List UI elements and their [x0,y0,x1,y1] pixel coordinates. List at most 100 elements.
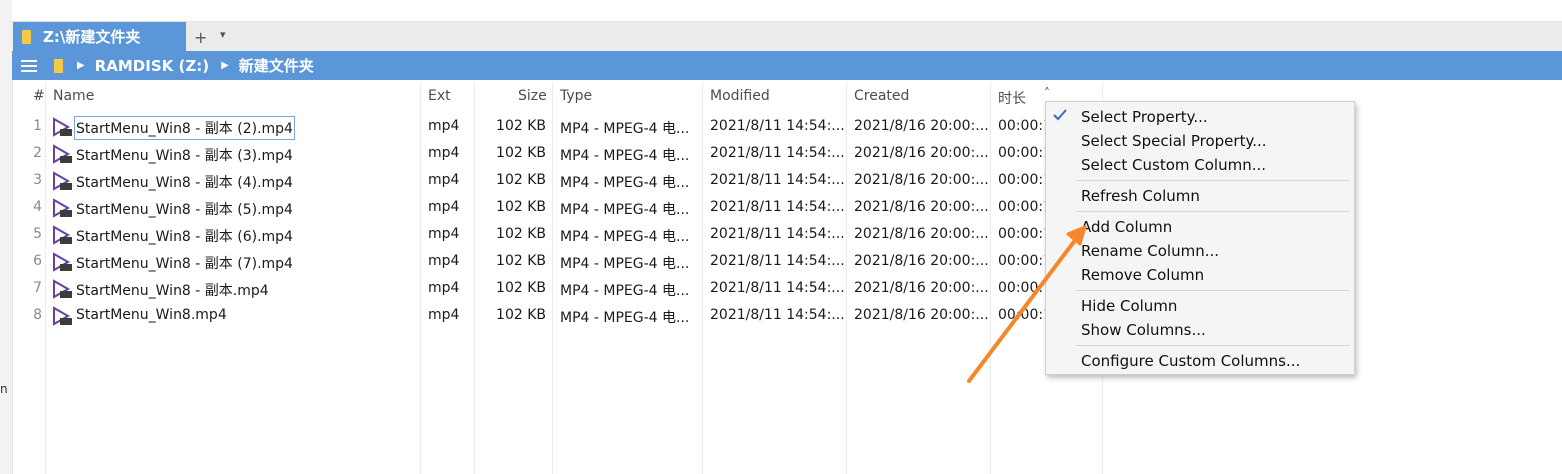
file-duration: 00:00:1 [998,253,1052,269]
table-row[interactable]: 1 StartMenu_Win8 - 副本 (2).mp4 mp4 102 KB… [12,114,1102,141]
file-name[interactable]: StartMenu_Win8 - 副本 (7).mp4 [76,253,293,273]
menu-item-select-custom-column[interactable]: Select Custom Column... [1081,156,1266,174]
column-header-duration[interactable]: 时长 [998,88,1026,108]
breadcrumb-drive[interactable]: RAMDISK (Z:) [95,57,209,75]
menu-item-select-property[interactable]: Select Property... [1081,108,1208,126]
chevron-right-icon[interactable]: ▶ [77,60,85,71]
video-file-icon [53,117,72,137]
menu-item-refresh-column[interactable]: Refresh Column [1081,187,1200,205]
file-size: 102 KB [496,199,546,215]
menu-item-rename-column[interactable]: Rename Column... [1081,242,1219,260]
file-name[interactable]: StartMenu_Win8 - 副本 (6).mp4 [76,226,293,246]
file-ext: mp4 [428,145,460,161]
table-row[interactable]: 6 StartMenu_Win8 - 副本 (7).mp4 mp4 102 KB… [12,249,1102,276]
video-file-icon [53,279,72,299]
file-size: 102 KB [496,226,546,242]
checkmark-icon [1053,109,1067,121]
file-created: 2021/8/16 20:00:... [854,199,989,215]
column-header-created[interactable]: Created [854,88,909,104]
menu-item-select-special-property[interactable]: Select Special Property... [1081,132,1267,150]
row-number: 4 [33,199,42,215]
menu-separator [1076,290,1349,291]
file-name[interactable]: StartMenu_Win8 - 副本 (3).mp4 [76,145,293,165]
file-duration: 00:00:1 [998,172,1052,188]
sort-ascending-icon: ˄ [1044,86,1050,100]
table-row[interactable]: 4 StartMenu_Win8 - 副本 (5).mp4 mp4 102 KB… [12,195,1102,222]
table-row[interactable]: 2 StartMenu_Win8 - 副本 (3).mp4 mp4 102 KB… [12,141,1102,168]
column-header-name[interactable]: Name [53,88,94,104]
menu-item-configure-custom-columns[interactable]: Configure Custom Columns... [1081,352,1300,370]
menu-item-remove-column[interactable]: Remove Column [1081,266,1204,284]
file-created: 2021/8/16 20:00:... [854,172,989,188]
file-duration: 00:00:1 [998,118,1052,134]
row-number: 6 [33,253,42,269]
file-name[interactable]: StartMenu_Win8 - 副本 (4).mp4 [76,172,293,192]
file-name[interactable]: StartMenu_Win8 - 副本 (2).mp4 [74,116,295,140]
video-file-icon [53,171,72,191]
table-row[interactable]: 8 StartMenu_Win8.mp4 mp4 102 KB MP4 - MP… [12,303,1102,330]
file-ext: mp4 [428,118,460,134]
file-created: 2021/8/16 20:00:... [854,226,989,242]
row-number: 2 [33,145,42,161]
file-ext: mp4 [428,280,460,296]
menu-item-add-column[interactable]: Add Column [1081,218,1172,236]
file-ext: mp4 [428,307,460,323]
file-created: 2021/8/16 20:00:... [854,307,989,323]
file-created: 2021/8/16 20:00:... [854,253,989,269]
file-modified: 2021/8/11 14:54:... [710,118,845,134]
column-header-size[interactable]: Size [518,88,547,104]
file-size: 102 KB [496,145,546,161]
breadcrumb-folder[interactable]: 新建文件夹 [239,55,314,76]
file-ext: mp4 [428,253,460,269]
file-modified: 2021/8/11 14:54:... [710,307,845,323]
file-modified: 2021/8/11 14:54:... [710,280,845,296]
new-tab-button[interactable]: + [194,28,207,47]
file-modified: 2021/8/11 14:54:... [710,172,845,188]
file-modified: 2021/8/11 14:54:... [710,199,845,215]
row-number: 1 [33,118,42,134]
file-name[interactable]: StartMenu_Win8.mp4 [76,307,227,323]
tab-list-dropdown[interactable]: ▾ [220,28,226,41]
file-size: 102 KB [496,280,546,296]
file-created: 2021/8/16 20:00:... [854,280,989,296]
table-row[interactable]: 7 StartMenu_Win8 - 副本.mp4 mp4 102 KB MP4… [12,276,1102,303]
column-header-type[interactable]: Type [560,88,592,104]
file-type: MP4 - MPEG-4 电... [560,121,690,137]
file-ext: mp4 [428,226,460,242]
tab-current-folder[interactable]: Z:\新建文件夹 [13,22,186,51]
tab-strip: Z:\新建文件夹 + ▾ [12,0,1562,52]
column-header-row: # Name Ext Size Type Modified Created 时长… [12,82,1112,110]
video-file-icon [53,198,72,218]
column-header-ext[interactable]: Ext [428,88,451,104]
menu-separator [1076,345,1349,346]
hamburger-menu-icon[interactable] [21,59,37,72]
tab-title: Z:\新建文件夹 [43,28,141,46]
file-name[interactable]: StartMenu_Win8 - 副本.mp4 [76,280,269,300]
column-header-number[interactable]: # [33,88,45,104]
table-row[interactable]: 3 StartMenu_Win8 - 副本 (4).mp4 mp4 102 KB… [12,168,1102,195]
file-type: MP4 - MPEG-4 电... [560,229,690,245]
address-bar[interactable]: ▶ RAMDISK (Z:) ▶ 新建文件夹 [12,51,1562,80]
folder-icon [54,58,63,73]
file-ext: mp4 [428,172,460,188]
file-modified: 2021/8/11 14:54:... [710,253,845,269]
chevron-right-icon[interactable]: ▶ [221,60,229,71]
file-duration: 00:00:1 [998,226,1052,242]
file-created: 2021/8/16 20:00:... [854,145,989,161]
column-header-modified[interactable]: Modified [710,88,770,104]
file-type: MP4 - MPEG-4 电... [560,283,690,299]
menu-separator [1076,180,1349,181]
menu-item-hide-column[interactable]: Hide Column [1081,297,1177,315]
file-size: 102 KB [496,307,546,323]
video-file-icon [53,252,72,272]
file-modified: 2021/8/11 14:54:... [710,226,845,242]
video-file-icon [53,306,72,326]
file-type: MP4 - MPEG-4 电... [560,148,690,164]
table-row[interactable]: 5 StartMenu_Win8 - 副本 (6).mp4 mp4 102 KB… [12,222,1102,249]
file-type: MP4 - MPEG-4 电... [560,256,690,272]
video-file-icon [53,144,72,164]
video-file-icon [53,225,72,245]
file-name[interactable]: StartMenu_Win8 - 副本 (5).mp4 [76,199,293,219]
menu-item-show-columns[interactable]: Show Columns... [1081,321,1206,339]
file-created: 2021/8/16 20:00:... [854,118,989,134]
